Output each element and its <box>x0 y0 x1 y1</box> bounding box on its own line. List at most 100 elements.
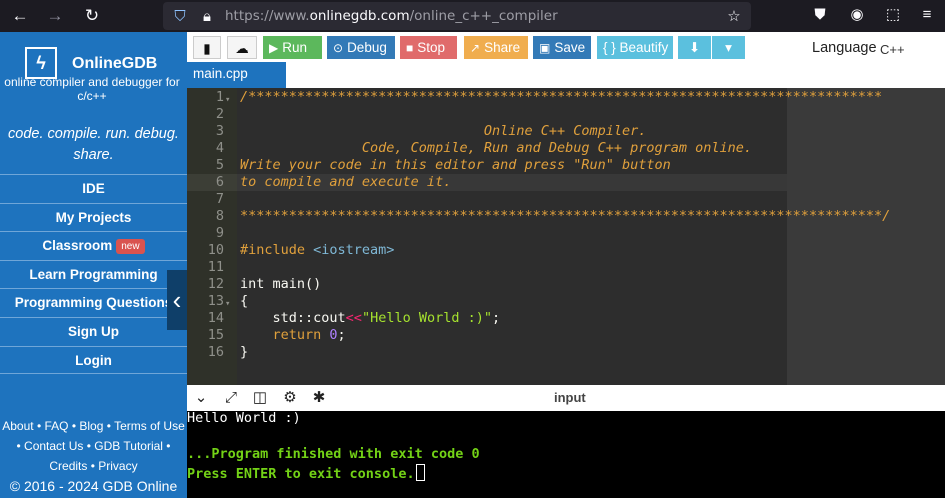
language-label: Language <box>812 40 877 56</box>
footer-links: About • FAQ • Blog • Terms of Use • Cont… <box>2 419 185 473</box>
line-number: 3 <box>215 123 224 139</box>
new-badge: new <box>116 239 145 255</box>
new-file-icon[interactable]: ▮ <box>193 36 221 59</box>
console-prompt-line: Press ENTER to exit console. <box>187 464 425 482</box>
upload-icon[interactable]: ☁ <box>227 36 257 59</box>
contact-link[interactable]: Contact Us <box>24 439 83 453</box>
code-line: 1 ▾/*************************************… <box>187 89 882 106</box>
sidebar-item-programming-questions[interactable]: Programming Questions <box>0 288 187 317</box>
extensions-icon[interactable]: ⬚ <box>882 4 904 26</box>
reload-icon[interactable]: ↻ <box>80 4 104 28</box>
address-bar[interactable]: ⛉ 🔒︎ https://www.onlinegdb.com/online_c+… <box>163 2 751 30</box>
sidebar-item-login[interactable]: Login <box>0 345 187 375</box>
sidebar-item-my-projects[interactable]: My Projects <box>0 202 187 232</box>
play-icon: ▶ <box>269 41 279 55</box>
sidebar-item-label: Programming Questions <box>14 295 173 311</box>
sidebar-item-sign-up[interactable]: Sign Up <box>0 316 187 346</box>
account-icon[interactable]: ◉ <box>846 4 868 26</box>
code-text: Online C++ Compiler. <box>240 123 647 139</box>
about-link[interactable]: About <box>2 419 33 433</box>
line-number: 13 <box>207 293 224 309</box>
line-number: 15 <box>207 327 224 343</box>
code-text: ; <box>337 327 346 343</box>
run-label: Run <box>282 40 307 55</box>
code-line: 12 int main() <box>187 276 787 293</box>
line-number: 9 <box>215 225 224 241</box>
code-text: std::cout <box>240 310 346 326</box>
terms-link[interactable]: Terms of Use <box>114 419 185 433</box>
stop-label: Stop <box>417 40 446 55</box>
gear-icon[interactable]: ⚙ <box>280 389 300 407</box>
code-text: int main() <box>240 276 322 292</box>
sidebar-menu: IDE My Projects Classroom new Learn Progr… <box>0 174 187 375</box>
code-text: Write your code in this editor and press… <box>240 157 671 173</box>
share-icon: ↗ <box>470 41 481 55</box>
sidebar: ϟ OnlineGDB online compiler and debugger… <box>0 32 187 498</box>
code-text: Code, Compile, Run and Debug C++ program… <box>240 140 753 156</box>
privacy-link[interactable]: Privacy <box>98 459 137 473</box>
debug-label: Debug <box>347 40 387 55</box>
sidebar-item-label: IDE <box>82 181 105 196</box>
share-button[interactable]: ↗ Share <box>464 36 528 59</box>
input-tab[interactable]: input <box>554 390 586 405</box>
menu-icon[interactable]: ≡ <box>916 4 938 26</box>
sidebar-item-learn-programming[interactable]: Learn Programming <box>0 259 187 289</box>
console-prompt-text: Press ENTER to exit console. <box>187 466 415 482</box>
stop-icon: ■ <box>406 41 414 55</box>
chevron-down-icon[interactable]: ▾ <box>712 36 745 59</box>
url-text[interactable]: https://www.onlinegdb.com/online_c++_com… <box>225 8 558 24</box>
window-icon[interactable]: ◫ <box>250 389 270 407</box>
code-text: } <box>240 344 249 360</box>
back-arrow-icon[interactable]: ← <box>8 4 32 28</box>
brand-name[interactable]: OnlineGDB <box>72 55 157 73</box>
forward-arrow-icon[interactable]: → <box>43 4 67 28</box>
code-text: to compile and execute it. <box>240 174 452 190</box>
console-output-line: ...Program finished with exit code 0 <box>187 446 480 462</box>
download-icon[interactable]: ⬇ <box>678 36 711 59</box>
chevron-down-icon[interactable]: ⌄ <box>191 389 211 407</box>
console-cursor[interactable] <box>415 464 425 481</box>
tab-main-cpp[interactable]: main.cpp <box>187 62 286 88</box>
code-line: 10 #include <iostream> <box>187 242 787 259</box>
credits-link[interactable]: Credits <box>49 459 87 473</box>
stop-button[interactable]: ■ Stop <box>400 36 457 59</box>
debug-button[interactable]: ⊙ Debug <box>327 36 395 59</box>
sidebar-item-label: Login <box>75 352 112 368</box>
save-label: Save <box>554 40 586 55</box>
expand-icon[interactable]: ⤢ <box>221 389 241 407</box>
line-number: 8 <box>215 208 224 224</box>
sidebar-item-classroom[interactable]: Classroom new <box>0 231 187 260</box>
collapse-sidebar-icon[interactable]: ‹ <box>167 270 187 330</box>
line-number: 5 <box>215 157 224 173</box>
language-select[interactable]: C++ <box>880 40 945 62</box>
code-line: 3 Online C++ Compiler. <box>187 123 787 140</box>
line-number: 10 <box>207 242 224 258</box>
debug-icon: ⊙ <box>333 41 344 55</box>
code-operator: << <box>345 310 362 326</box>
shield-icon[interactable]: ⛉ <box>169 6 191 28</box>
brand-subtitle: online compiler and debugger for c/c++ <box>4 75 180 103</box>
bookmark-star-icon[interactable]: ☆ <box>723 6 745 28</box>
debug-bug-icon[interactable]: ✱ <box>309 389 329 407</box>
browser-toolbar: ← → ↻ ⛉ 🔒︎ https://www.onlinegdb.com/onl… <box>0 0 945 32</box>
faq-link[interactable]: FAQ <box>44 419 68 433</box>
code-line: 7 <box>187 191 787 208</box>
pocket-icon[interactable]: ⛊ <box>809 4 831 26</box>
line-number: 7 <box>215 191 224 207</box>
line-number: 6 <box>215 174 224 190</box>
output-console[interactable]: Hello World :) ...Program finished with … <box>187 410 945 498</box>
code-number: 0 <box>329 327 338 343</box>
code-keyword: return <box>240 327 330 343</box>
blog-link[interactable]: Blog <box>79 419 103 433</box>
save-button[interactable]: ▣ Save <box>533 36 591 59</box>
tutorial-link[interactable]: GDB Tutorial <box>94 439 163 453</box>
sidebar-item-ide[interactable]: IDE <box>0 174 187 203</box>
code-line: 15 return 0; <box>187 327 787 344</box>
code-editor[interactable]: 1 ▾/*************************************… <box>187 88 945 385</box>
share-label: Share <box>484 40 521 55</box>
line-number: 4 <box>215 140 224 156</box>
beautify-button[interactable]: { } Beautify <box>597 36 673 59</box>
run-button[interactable]: ▶ Run <box>263 36 322 59</box>
line-number: 14 <box>207 310 224 326</box>
beautify-label: { } Beautify <box>603 40 669 55</box>
